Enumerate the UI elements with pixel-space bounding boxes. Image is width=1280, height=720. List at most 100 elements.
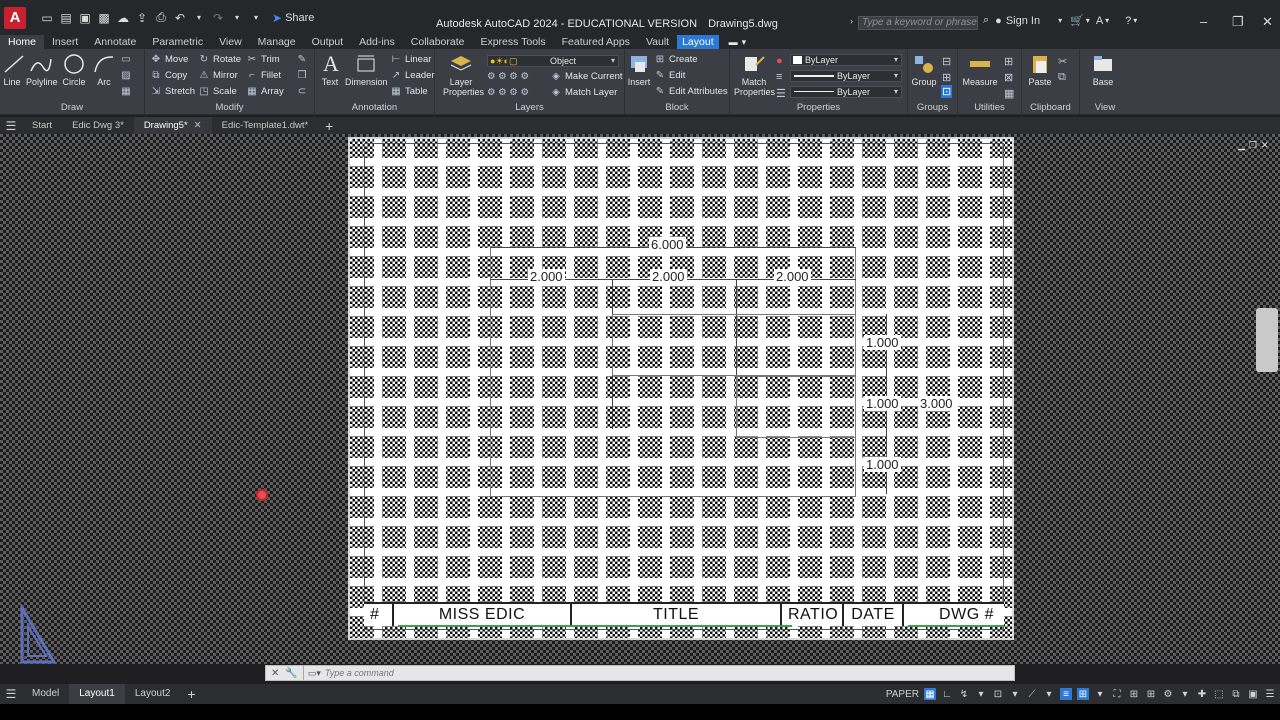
tab-annotate[interactable]: Annotate xyxy=(86,35,144,49)
group-selection-icon[interactable]: ⊡ xyxy=(941,85,953,98)
groups-group-title[interactable]: Groups xyxy=(908,102,957,113)
new-file-icon[interactable]: ▭ xyxy=(40,11,54,25)
tracking-dropdown-icon[interactable]: ▾ xyxy=(1043,688,1055,700)
properties-group-title[interactable]: Properties xyxy=(730,102,907,113)
tab-parametric[interactable]: Parametric xyxy=(144,35,211,49)
edit-block-button[interactable]: ✎ Edit xyxy=(655,70,686,81)
ungroup-icon[interactable]: ⊟ xyxy=(942,55,951,68)
arc-button[interactable]: Arc xyxy=(92,53,116,87)
title-block-title[interactable]: TITLE xyxy=(572,604,782,626)
erase-icon[interactable]: ✎ xyxy=(297,54,307,65)
dim-text-segment-c[interactable]: 2.000 xyxy=(774,269,811,284)
tab-output[interactable]: Output xyxy=(304,35,352,49)
search-expand-icon[interactable]: › xyxy=(850,16,853,26)
rectangle-icon[interactable]: ▭ xyxy=(121,54,131,65)
customization-menu-icon[interactable]: ☰ xyxy=(1264,688,1276,700)
tab-featured-apps[interactable]: Featured Apps xyxy=(554,35,638,49)
help-dropdown-icon[interactable]: ▾ xyxy=(1133,16,1137,25)
maximize-icon[interactable]: ❐ xyxy=(1232,14,1244,30)
autocad-logo-button[interactable]: A xyxy=(4,6,26,29)
dim-text-segment-b[interactable]: 2.000 xyxy=(650,269,687,284)
layout-tabs-menu-icon[interactable]: ☰ xyxy=(0,687,22,701)
ribbon-options-icon[interactable]: ▾ xyxy=(742,37,747,48)
title-block-number[interactable]: # xyxy=(364,604,394,626)
paper-space-toggle[interactable]: PAPER xyxy=(886,689,919,700)
workspace-icon[interactable]: ⚙ xyxy=(1162,688,1174,700)
polar-dropdown-icon[interactable]: ▾ xyxy=(975,688,987,700)
selection-dropdown-icon[interactable]: ▾ xyxy=(1094,688,1106,700)
tab-vault[interactable]: Vault xyxy=(638,35,677,49)
copy-clip-icon[interactable]: ⧉ xyxy=(1058,71,1066,84)
match-properties-button[interactable]: Match Properties xyxy=(734,53,775,97)
object-snap-icon[interactable]: ⊡ xyxy=(992,688,1004,700)
customize-command-line-icon[interactable]: 🔧 xyxy=(285,668,297,679)
draw-group-title[interactable]: Draw xyxy=(0,102,144,113)
stretch-button[interactable]: ⇲ Stretch xyxy=(151,86,195,97)
cart-icon[interactable]: 🛒 xyxy=(1070,14,1084,27)
copy-button[interactable]: ⧉ Copy xyxy=(151,70,187,81)
hatch-icon[interactable]: ▨ xyxy=(121,70,131,81)
close-icon[interactable]: ✕ xyxy=(1262,14,1273,30)
table-button[interactable]: ▦ Table xyxy=(391,86,427,97)
layout-paper-sheet[interactable]: 6.000 2.000 2.000 2.000 1.000 1.000 3.00… xyxy=(348,137,1014,640)
tab-express-tools[interactable]: Express Tools xyxy=(472,35,553,49)
clean-screen-icon[interactable]: ▣ xyxy=(1247,688,1259,700)
cart-dropdown-icon[interactable]: ▾ xyxy=(1086,16,1090,25)
rotate-button[interactable]: ↻ Rotate xyxy=(199,54,241,65)
cloud-save-icon[interactable]: ☁ xyxy=(116,11,130,25)
tab-model[interactable]: Model xyxy=(22,684,69,704)
add-layout-icon[interactable]: + xyxy=(180,686,202,702)
tracking-icon[interactable]: ⟋ xyxy=(1026,688,1038,700)
redo-dropdown-icon[interactable]: ▾ xyxy=(230,11,244,25)
dim-text-height-1[interactable]: 1.000 xyxy=(864,335,901,350)
measure-button[interactable]: Measure xyxy=(962,53,998,87)
text-button[interactable]: A Text xyxy=(319,53,341,88)
title-block-student-name[interactable]: MISS EDIC xyxy=(394,604,572,626)
polar-tracking-icon[interactable]: ↯ xyxy=(958,688,970,700)
match-layer-button[interactable]: ◈ Match Layer xyxy=(551,87,617,98)
dim-text-height-2[interactable]: 1.000 xyxy=(864,396,901,411)
paste-button[interactable]: Paste xyxy=(1026,53,1054,87)
tab-view[interactable]: View xyxy=(211,35,250,49)
tab-insert[interactable]: Insert xyxy=(44,35,86,49)
close-tab-icon[interactable]: ✕ xyxy=(194,117,202,134)
layer-dropdown[interactable]: ●☀◐▢ Object ▾ xyxy=(487,55,619,67)
calculator-icon[interactable]: ▦ xyxy=(1004,87,1014,100)
edit-attributes-button[interactable]: ✎ Edit Attributes xyxy=(655,86,728,97)
undo-dropdown-icon[interactable]: ▾ xyxy=(192,11,206,25)
layer-properties-button[interactable]: Layer Properties xyxy=(443,53,484,97)
file-tab-edic-template1[interactable]: Edic-Template1.dwt* xyxy=(212,117,319,134)
scale-button[interactable]: ◳ Scale xyxy=(199,86,237,97)
polyline-button[interactable]: Polyline xyxy=(26,53,58,87)
fillet-button[interactable]: ⌐ Fillet xyxy=(247,70,281,81)
user-icon[interactable]: ● xyxy=(995,15,1002,27)
leader-button[interactable]: ↗ Leader xyxy=(391,70,435,81)
circle-button[interactable]: Circle xyxy=(62,53,86,87)
layers-group-title[interactable]: Layers xyxy=(435,102,624,113)
dim-text-segment-a[interactable]: 2.000 xyxy=(528,269,565,284)
app-dropdown-icon[interactable]: ▾ xyxy=(1105,16,1109,25)
annotate-icon[interactable]: ⊞ xyxy=(1145,688,1157,700)
select-all-icon[interactable]: ⊠ xyxy=(1004,71,1013,84)
save-icon[interactable]: ▣ xyxy=(78,11,92,25)
file-tab-drawing5[interactable]: Drawing5* ✕ xyxy=(133,117,212,134)
lineweight-dropdown[interactable]: ByLayer ▾ xyxy=(790,86,902,98)
clipboard-group-title[interactable]: Clipboard xyxy=(1022,102,1079,113)
explode-icon[interactable]: ❒ xyxy=(297,70,307,81)
viewport-restore-icon[interactable]: ❐ xyxy=(1249,140,1257,151)
isolate-objects-icon[interactable]: ⬚ xyxy=(1213,688,1225,700)
lineweight-toggle-icon[interactable]: ≡ xyxy=(1060,688,1072,700)
open-folder-icon[interactable]: ▤ xyxy=(59,11,73,25)
autodesk-app-icon[interactable]: A xyxy=(1096,15,1103,27)
file-tabs-menu-icon[interactable]: ☰ xyxy=(0,119,22,133)
tab-layout[interactable]: Layout xyxy=(677,35,719,49)
redo-icon[interactable]: ↷ xyxy=(211,11,225,25)
make-current-button[interactable]: ◈ Make Current xyxy=(551,71,622,82)
sign-in-dropdown-icon[interactable]: ▾ xyxy=(1058,16,1062,25)
osnap-dropdown-icon[interactable]: ▾ xyxy=(1009,688,1021,700)
annotation-visibility-icon[interactable]: ⊞ xyxy=(1128,688,1140,700)
hardware-acceleration-icon[interactable]: ⧉ xyxy=(1230,688,1242,700)
title-block-date[interactable]: DATE xyxy=(844,604,904,626)
view-group-title[interactable]: View xyxy=(1080,102,1130,113)
tab-home[interactable]: Home xyxy=(0,35,45,49)
